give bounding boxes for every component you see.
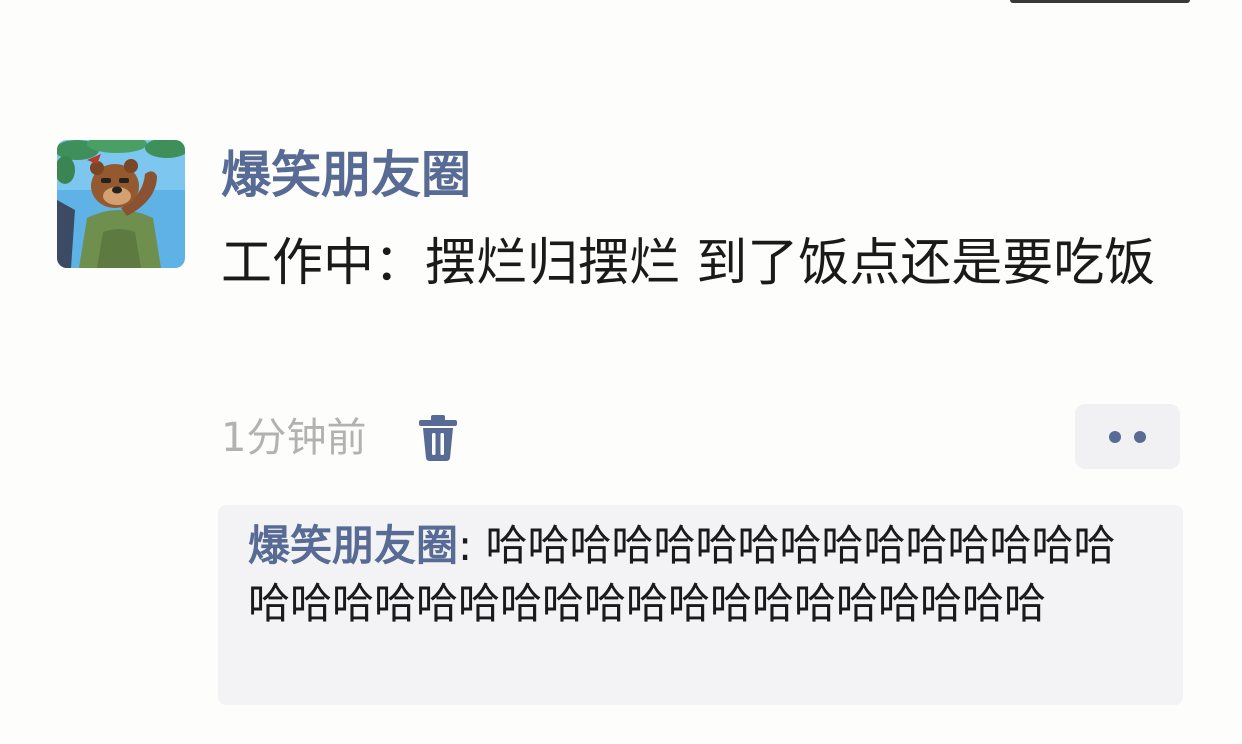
avatar[interactable] bbox=[57, 140, 185, 268]
more-actions-button[interactable] bbox=[1075, 404, 1180, 469]
more-dots-icon bbox=[1134, 431, 1146, 443]
comments-panel: 爆笑朋友圈: 哈哈哈哈哈哈哈哈哈哈哈哈哈哈哈哈哈哈哈哈哈哈哈哈哈哈哈哈哈哈哈哈哈… bbox=[218, 505, 1183, 705]
more-dots-icon bbox=[1109, 431, 1121, 443]
top-edge-divider bbox=[1010, 0, 1190, 3]
delete-button[interactable] bbox=[416, 414, 460, 462]
comment-separator: : bbox=[458, 521, 486, 570]
post-author-name[interactable]: 爆笑朋友圈 bbox=[221, 146, 471, 204]
trash-icon bbox=[419, 415, 457, 461]
post-text: 工作中：摆烂归摆烂 到了饭点还是要吃饭 bbox=[221, 234, 1156, 293]
bear-avatar-image bbox=[57, 140, 185, 268]
comment-author[interactable]: 爆笑朋友圈 bbox=[248, 521, 458, 570]
comment-item: 爆笑朋友圈: 哈哈哈哈哈哈哈哈哈哈哈哈哈哈哈哈哈哈哈哈哈哈哈哈哈哈哈哈哈哈哈哈哈… bbox=[248, 517, 1153, 633]
post-timestamp: 1分钟前 bbox=[221, 415, 367, 461]
